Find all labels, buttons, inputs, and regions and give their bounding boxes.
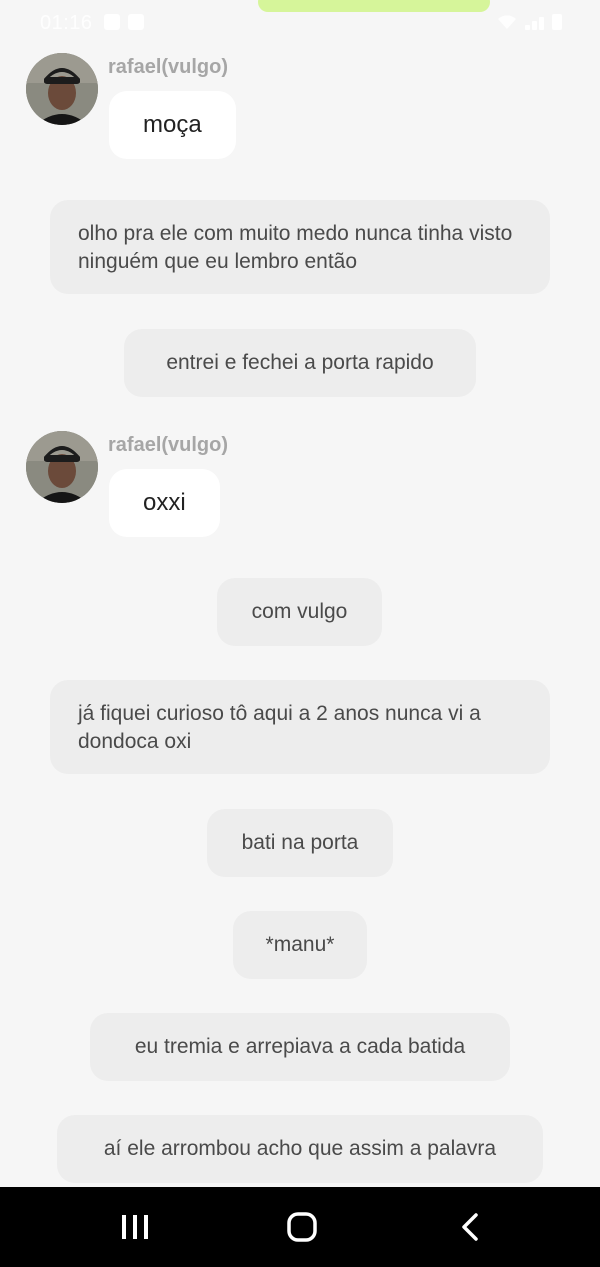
gallery-icon: [104, 14, 120, 30]
top-banner-pill[interactable]: [258, 0, 490, 12]
notification-icons: [104, 14, 144, 30]
status-time: 01:16: [40, 12, 93, 34]
narration-bubble[interactable]: olho pra ele com muito medo nunca tinha …: [50, 200, 550, 294]
recents-button[interactable]: [105, 1207, 165, 1247]
status-bar: 01:16: [0, 0, 600, 46]
narration-bubble[interactable]: *manu*: [233, 911, 367, 979]
signal-icon: [525, 17, 544, 30]
home-button[interactable]: [272, 1207, 332, 1247]
narration-bubble[interactable]: já fiquei curioso tô aqui a 2 anos nunca…: [50, 680, 550, 774]
recents-icon: [122, 1215, 148, 1239]
avatar-image: [26, 431, 98, 503]
home-icon: [287, 1212, 317, 1242]
back-icon: [462, 1213, 478, 1241]
narration-bubble[interactable]: bati na porta: [207, 809, 393, 877]
system-icons: [497, 14, 562, 30]
sender-name: rafael(vulgo): [108, 434, 229, 456]
back-button[interactable]: [440, 1207, 500, 1247]
character-message-bubble[interactable]: moça: [109, 91, 236, 159]
narration-bubble[interactable]: com vulgo: [217, 578, 382, 646]
wifi-icon: [498, 15, 516, 29]
avatar[interactable]: [26, 431, 98, 503]
narration-bubble[interactable]: eu tremia e arrepiava a cada batida: [90, 1013, 510, 1081]
sender-name: rafael(vulgo): [108, 56, 229, 78]
avatar-image: [26, 53, 98, 125]
system-navigation-bar: [0, 1187, 600, 1267]
narration-bubble[interactable]: entrei e fechei a porta rapido: [124, 329, 476, 397]
character-message-bubble[interactable]: oxxi: [109, 469, 220, 537]
battery-icon: [552, 14, 562, 30]
avatar[interactable]: [26, 53, 98, 125]
app-notification-icon: [128, 14, 144, 30]
narration-bubble[interactable]: aí ele arrombou acho que assim a palavra: [57, 1115, 543, 1183]
